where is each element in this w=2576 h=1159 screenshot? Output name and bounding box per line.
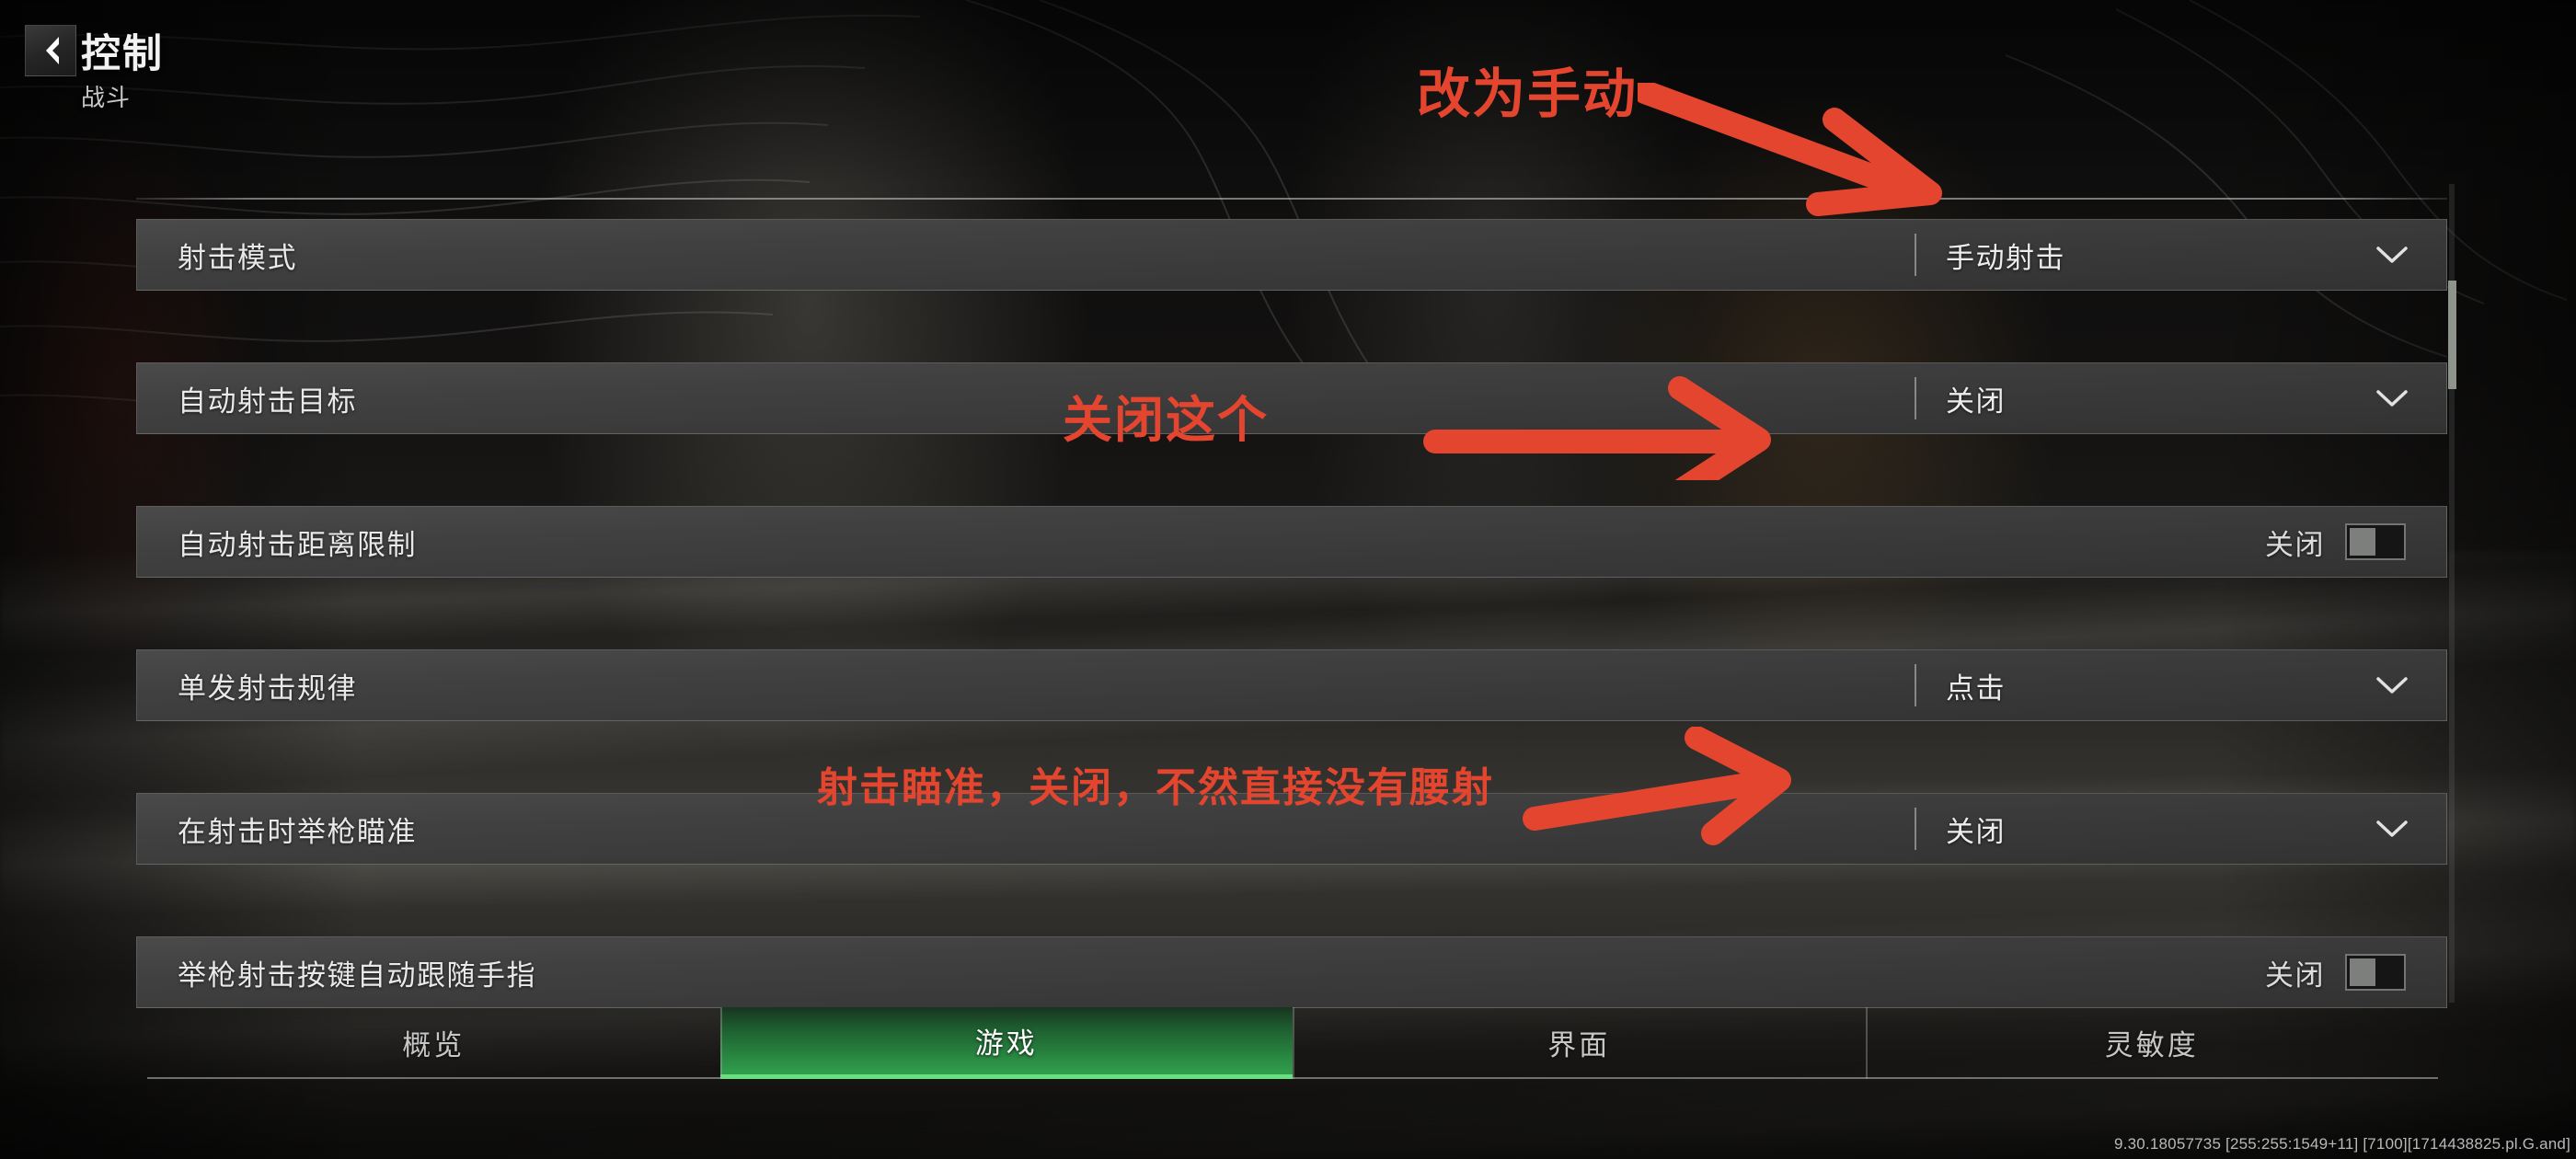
setting-row-single-shot-pattern[interactable]: 单发射击规律 点击 bbox=[136, 649, 2447, 721]
app-screen: 控制 战斗 射击模式 手动射击 自动射击目标 关闭 自动射击距离限制 关闭 单发… bbox=[0, 0, 2576, 1159]
page-subtitle: 战斗 bbox=[81, 84, 132, 111]
setting-label: 举枪射击按键自动跟随手指 bbox=[178, 958, 536, 992]
bottom-tab-bar: 概览 游戏 界面 灵敏度 bbox=[147, 1007, 2438, 1079]
tab-sensitivity[interactable]: 灵敏度 bbox=[1865, 1007, 2438, 1079]
chevron-left-icon bbox=[39, 35, 63, 66]
dropdown-value: 手动射击 bbox=[1946, 241, 2065, 274]
dropdown-value: 点击 bbox=[1946, 671, 2006, 705]
toggle-state-label: 关闭 bbox=[2265, 958, 2325, 992]
chevron-down-icon bbox=[2376, 246, 2408, 264]
setting-label: 在射击时举枪瞄准 bbox=[178, 815, 417, 848]
setting-row-ads-while-firing[interactable]: 在射击时举枪瞄准 关闭 bbox=[136, 793, 2447, 865]
setting-row-ads-button-follow-finger[interactable]: 举枪射击按键自动跟随手指 关闭 bbox=[136, 936, 2447, 1008]
ads-while-firing-dropdown[interactable]: 关闭 bbox=[1915, 793, 2446, 865]
tab-game[interactable]: 游戏 bbox=[719, 1007, 1293, 1079]
tab-label: 灵敏度 bbox=[2104, 1028, 2199, 1061]
setting-row-shooting-mode[interactable]: 射击模式 手动射击 bbox=[136, 219, 2447, 291]
tab-overview[interactable]: 概览 bbox=[147, 1007, 720, 1079]
chevron-down-icon bbox=[2376, 389, 2408, 407]
setting-row-auto-fire-distance-limit[interactable]: 自动射击距离限制 关闭 bbox=[136, 506, 2447, 578]
shooting-mode-dropdown[interactable]: 手动射击 bbox=[1915, 219, 2446, 291]
toggle-switch[interactable] bbox=[2345, 954, 2406, 991]
tab-label: 游戏 bbox=[974, 1027, 1038, 1060]
scrollbar-thumb[interactable] bbox=[2448, 281, 2456, 389]
dropdown-value: 关闭 bbox=[1946, 815, 2006, 848]
header-divider bbox=[136, 198, 2447, 200]
toggle-knob bbox=[2350, 528, 2375, 556]
page-title: 控制 bbox=[81, 32, 164, 76]
auto-fire-distance-limit-toggle-wrap[interactable]: 关闭 bbox=[2265, 522, 2406, 563]
setting-label: 单发射击规律 bbox=[178, 671, 357, 705]
dropdown-value: 关闭 bbox=[1946, 384, 2006, 418]
toggle-switch[interactable] bbox=[2345, 523, 2406, 560]
setting-row-auto-fire-target[interactable]: 自动射击目标 关闭 bbox=[136, 362, 2447, 434]
toggle-state-label: 关闭 bbox=[2265, 528, 2325, 561]
settings-list: 射击模式 手动射击 自动射击目标 关闭 自动射击距离限制 关闭 单发射击规律 点… bbox=[136, 219, 2447, 1008]
ads-button-follow-finger-toggle-wrap[interactable]: 关闭 bbox=[2265, 952, 2406, 993]
chevron-down-icon bbox=[2376, 820, 2408, 838]
setting-label: 射击模式 bbox=[178, 241, 297, 274]
setting-label: 自动射击距离限制 bbox=[178, 528, 417, 561]
back-button[interactable] bbox=[25, 25, 76, 76]
single-shot-pattern-dropdown[interactable]: 点击 bbox=[1915, 649, 2446, 721]
chevron-down-icon bbox=[2376, 676, 2408, 694]
tab-label: 界面 bbox=[1547, 1028, 1611, 1061]
tab-interface[interactable]: 界面 bbox=[1293, 1007, 1866, 1079]
auto-fire-target-dropdown[interactable]: 关闭 bbox=[1915, 362, 2446, 434]
setting-label: 自动射击目标 bbox=[178, 384, 357, 418]
debug-watermark: 9.30.18057735 [255:255:1549+11] [7100][1… bbox=[2114, 1135, 2570, 1153]
toggle-knob bbox=[2350, 958, 2375, 986]
tab-label: 概览 bbox=[402, 1028, 466, 1061]
